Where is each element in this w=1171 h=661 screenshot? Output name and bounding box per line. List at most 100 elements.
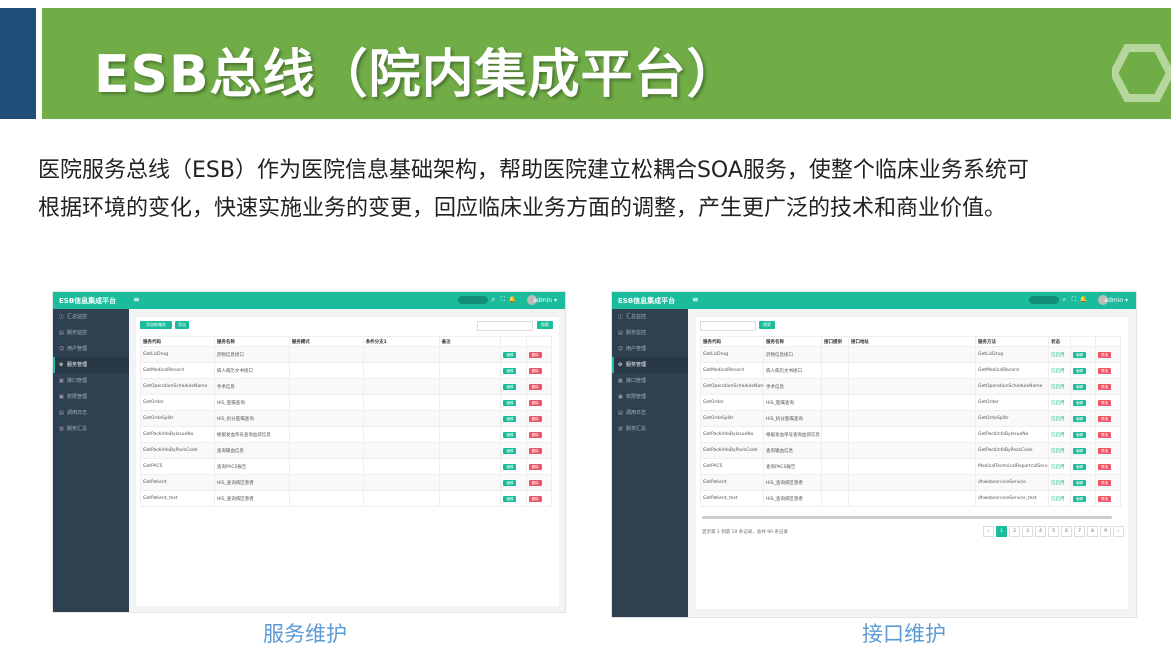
page-button[interactable]: 8 xyxy=(1087,526,1098,537)
horizontal-scrollbar[interactable] xyxy=(702,516,1112,519)
edit-button[interactable]: 编辑 xyxy=(1073,495,1086,502)
column-header[interactable]: 服务代码 xyxy=(140,336,215,347)
sidebar-item[interactable]: ⚙ 服务管理 xyxy=(612,357,688,373)
edit-button[interactable]: 编辑 xyxy=(503,447,517,454)
delete-button[interactable]: 删除 xyxy=(528,463,542,470)
sidebar-item[interactable]: ☺ 用户管理 xyxy=(612,341,688,357)
page-button[interactable]: 6 xyxy=(1061,526,1072,537)
bell-icon[interactable]: 🔔 xyxy=(509,296,516,303)
edit-button[interactable]: 编辑 xyxy=(503,415,517,422)
export-button[interactable]: 导出 xyxy=(175,321,189,329)
bell-icon[interactable]: 🔔 xyxy=(1080,296,1087,303)
delete-button[interactable]: 删除 xyxy=(528,383,542,390)
column-header[interactable]: 备注 xyxy=(438,336,502,347)
edit-button[interactable]: 编辑 xyxy=(503,495,517,502)
edit-button[interactable]: 编辑 xyxy=(503,479,517,486)
column-header[interactable]: 服务名称 xyxy=(213,336,290,347)
user-name[interactable]: admin ▾ xyxy=(1104,297,1128,304)
column-header[interactable]: 服务模式 xyxy=(288,336,364,347)
page-button[interactable]: 5 xyxy=(1048,526,1059,537)
edit-button[interactable]: 编辑 xyxy=(503,399,517,406)
delete-button[interactable]: 删除 xyxy=(528,447,542,454)
page-button[interactable]: 7 xyxy=(1074,526,1085,537)
page-button[interactable]: ‹ xyxy=(983,526,994,537)
sidebar-item[interactable]: ☺ 用户管理 xyxy=(53,341,129,357)
menu-icon[interactable]: ≡ xyxy=(133,295,140,304)
column-header[interactable]: 服务名称 xyxy=(763,336,822,347)
sidebar-item[interactable]: ▥ 服务汇总 xyxy=(612,421,688,437)
interface-search-input[interactable] xyxy=(700,321,756,331)
edit-button[interactable]: 编辑 xyxy=(503,367,517,374)
disable-button[interactable]: 禁用 xyxy=(1098,399,1111,406)
sidebar-item[interactable]: ▤ 调用日志 xyxy=(53,405,129,421)
sidebar-item[interactable]: ◫ 汇总监控 xyxy=(53,309,129,325)
sidebar-item[interactable]: ▦ 接口管理 xyxy=(53,373,129,389)
search-icon[interactable]: ⌕ xyxy=(492,296,495,304)
edit-button[interactable]: 编辑 xyxy=(503,463,517,470)
delete-button[interactable]: 删除 xyxy=(528,351,542,358)
edit-button[interactable]: 编辑 xyxy=(1073,415,1086,422)
delete-button[interactable]: 删除 xyxy=(528,431,542,438)
interface-search-button[interactable]: 搜索 xyxy=(759,321,775,329)
delete-button[interactable]: 删除 xyxy=(528,495,542,502)
sidebar-item[interactable]: ▥ 服务汇总 xyxy=(53,421,129,437)
edit-button[interactable]: 编辑 xyxy=(1073,399,1086,406)
column-header[interactable]: 状态 xyxy=(1048,336,1071,347)
edit-button[interactable]: 编辑 xyxy=(1073,447,1086,454)
search-icon[interactable]: ⌕ xyxy=(1063,296,1066,304)
edit-button[interactable]: 编辑 xyxy=(1073,463,1086,470)
sidebar-item[interactable]: ◫ 汇总监控 xyxy=(612,309,688,325)
delete-button[interactable]: 删除 xyxy=(528,367,542,374)
page-button[interactable]: 2 xyxy=(1009,526,1020,537)
disable-button[interactable]: 禁用 xyxy=(1098,367,1111,374)
fullscreen-icon[interactable]: ⛶ xyxy=(1072,296,1076,304)
add-service-button[interactable]: 添加新服务 xyxy=(140,321,172,329)
top-search-input[interactable] xyxy=(458,296,488,304)
sidebar-item[interactable]: ▣ 权限管理 xyxy=(53,389,129,405)
column-header[interactable]: 接口地址 xyxy=(848,336,976,347)
fullscreen-icon[interactable]: ⛶ xyxy=(501,296,505,304)
sidebar-item[interactable]: ▣ 权限管理 xyxy=(612,389,688,405)
sidebar-item[interactable]: ▤ 服务监控 xyxy=(53,325,129,341)
page-button[interactable]: 3 xyxy=(1022,526,1033,537)
top-search-input[interactable] xyxy=(1029,296,1059,304)
column-header[interactable]: 服务代码 xyxy=(700,336,764,347)
column-header[interactable]: 服务方法 xyxy=(975,336,1049,347)
sidebar-item[interactable]: ⚙ 服务管理 xyxy=(53,357,129,373)
disable-button[interactable]: 禁用 xyxy=(1098,351,1111,358)
delete-button[interactable]: 删除 xyxy=(528,415,542,422)
disable-button[interactable]: 禁用 xyxy=(1098,463,1111,470)
edit-button[interactable]: 编辑 xyxy=(1073,367,1086,374)
menu-icon[interactable]: ≡ xyxy=(692,295,699,304)
edit-button[interactable]: 编辑 xyxy=(1073,479,1086,486)
interface-maintenance-screenshot: ESB信息集成平台 ≡ ⌕ ⛶ 🔔 admin ▾ ◫ 汇总监控 ▤ 服务监控 ☺ 用户管… xyxy=(612,292,1136,617)
disable-button[interactable]: 禁用 xyxy=(1098,495,1111,502)
sidebar-item[interactable]: ▤ 调用日志 xyxy=(612,405,688,421)
edit-button[interactable]: 编辑 xyxy=(1073,383,1086,390)
disable-button[interactable]: 禁用 xyxy=(1098,479,1111,486)
sidebar-item[interactable]: ▤ 服务监控 xyxy=(612,325,688,341)
page-button[interactable]: 4 xyxy=(1035,526,1046,537)
page-button[interactable]: 9 xyxy=(1100,526,1111,537)
edit-button[interactable]: 编辑 xyxy=(1073,431,1086,438)
edit-button[interactable]: 编辑 xyxy=(503,351,517,358)
delete-button[interactable]: 删除 xyxy=(528,399,542,406)
edit-button[interactable]: 编辑 xyxy=(1073,351,1086,358)
sidebar-item[interactable]: ▦ 接口管理 xyxy=(612,373,688,389)
service-search-input[interactable] xyxy=(477,321,533,331)
page-button[interactable]: 1 xyxy=(996,526,1007,537)
disable-cell: 禁用 xyxy=(1095,362,1121,379)
edit-button[interactable]: 编辑 xyxy=(503,383,517,390)
disable-button[interactable]: 禁用 xyxy=(1098,415,1111,422)
disable-button[interactable]: 禁用 xyxy=(1098,383,1111,390)
delete-button[interactable]: 删除 xyxy=(528,479,542,486)
column-header[interactable]: 条件分支1 xyxy=(362,336,440,347)
edit-button[interactable]: 编辑 xyxy=(503,431,517,438)
service-name-cell: 根据发血单号查询血袋信息 xyxy=(213,426,290,443)
column-header[interactable]: 接口提供 xyxy=(821,336,849,347)
service-search-button[interactable]: 搜索 xyxy=(537,321,553,329)
page-button[interactable]: › xyxy=(1113,526,1124,537)
disable-button[interactable]: 禁用 xyxy=(1098,431,1111,438)
user-name[interactable]: admin ▾ xyxy=(533,297,557,304)
disable-button[interactable]: 禁用 xyxy=(1098,447,1111,454)
